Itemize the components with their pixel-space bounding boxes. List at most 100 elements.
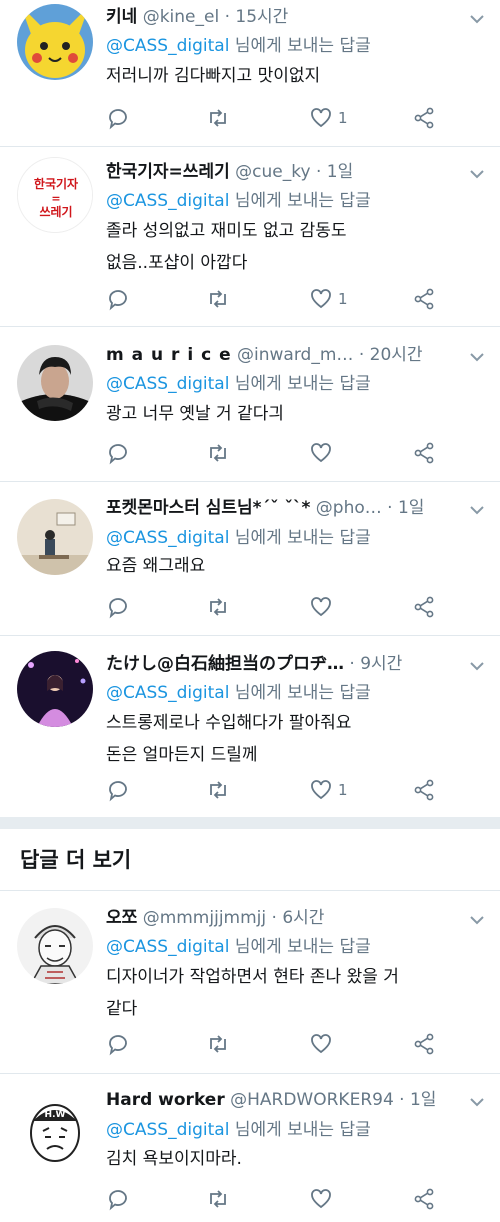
retweet-icon	[210, 1035, 226, 1053]
like-button[interactable]: 1	[309, 106, 348, 130]
share-button[interactable]	[412, 595, 436, 619]
share-button[interactable]	[412, 106, 436, 130]
retweet-button[interactable]	[206, 106, 230, 130]
sketch-avatar[interactable]	[17, 908, 93, 984]
tweet-actions	[106, 441, 446, 465]
tweet[interactable]: H.W Hard worker @HARDWORKER94 · 1일 @CASS…	[0, 1074, 500, 1222]
tweet-text: 저러니까 김다빠지고 맛이없지	[106, 66, 321, 86]
reply-mention-link[interactable]: @CASS_digital	[106, 937, 229, 957]
tweet-actions	[106, 595, 446, 619]
share-button[interactable]	[412, 287, 436, 311]
retweet-icon	[210, 109, 226, 127]
text-logo-avatar[interactable]: 한국기자 = 쓰레기	[17, 157, 93, 233]
retweet-button[interactable]	[206, 287, 230, 311]
tweet-text: 요즘 왜그래요	[106, 556, 206, 576]
like-button[interactable]	[309, 441, 333, 465]
retweet-icon	[210, 444, 226, 462]
reply-icon	[109, 1190, 127, 1211]
share-button[interactable]	[412, 1187, 436, 1211]
like-button[interactable]: 1	[309, 287, 348, 311]
reply-mention-link[interactable]: @CASS_digital	[106, 374, 229, 394]
timestamp[interactable]: 1일	[327, 162, 353, 182]
author-handle[interactable]: @inward_m…	[237, 345, 353, 365]
chevron-down-icon[interactable]	[468, 10, 486, 28]
reply-mention-link[interactable]: @CASS_digital	[106, 1120, 229, 1140]
author-handle[interactable]: @pho…	[316, 498, 382, 518]
reply-button[interactable]	[106, 441, 130, 465]
tweet[interactable]: 오쪼 @mmmjjjmmjj · 6시간 @CASS_digital 님에게 보…	[0, 891, 500, 1074]
portrait-avatar[interactable]	[17, 345, 93, 421]
heart-icon	[311, 597, 331, 617]
author-name[interactable]: m a u r i c e	[106, 345, 232, 365]
heart-icon	[311, 289, 331, 309]
author-name[interactable]: 포켓몬마스터 심트님*ˊˇ ˇˋ*	[106, 498, 310, 518]
timestamp[interactable]: 20시간	[370, 345, 423, 365]
reply-mention-link[interactable]: @CASS_digital	[106, 683, 229, 703]
reply-mention-link[interactable]: @CASS_digital	[106, 528, 229, 548]
author-handle[interactable]: @cue_ky	[235, 162, 310, 182]
timestamp[interactable]: 6시간	[282, 908, 324, 928]
reply-button[interactable]	[106, 1032, 130, 1056]
share-icon	[414, 107, 434, 129]
avatar-text: H.W	[45, 1110, 66, 1120]
tweet[interactable]: 키네 @kine_el · 15시간 @CASS_digital 님에게 보내는…	[0, 0, 500, 147]
share-button[interactable]	[412, 441, 436, 465]
stage-photo-avatar[interactable]	[17, 651, 93, 727]
reply-button[interactable]	[106, 778, 130, 802]
like-button[interactable]	[309, 1032, 333, 1056]
avatar-text: =	[51, 192, 60, 205]
like-button[interactable]	[309, 595, 333, 619]
reply-context: @CASS_digital 님에게 보내는 답글	[106, 683, 371, 703]
reply-mention-link[interactable]: @CASS_digital	[106, 191, 229, 211]
share-icon	[414, 288, 434, 310]
chevron-down-icon[interactable]	[468, 165, 486, 183]
chevron-down-icon[interactable]	[468, 1093, 486, 1111]
author-name[interactable]: 한국기자=쓰레기	[106, 162, 230, 182]
reply-context: @CASS_digital 님에게 보내는 답글	[106, 528, 371, 548]
pikachu-avatar[interactable]	[17, 4, 93, 80]
room-photo-avatar[interactable]	[17, 499, 93, 575]
chevron-down-icon[interactable]	[468, 501, 486, 519]
author-handle[interactable]: @HARDWORKER94	[230, 1090, 394, 1110]
timestamp[interactable]: 9시간	[360, 654, 402, 674]
chevron-down-icon[interactable]	[468, 657, 486, 675]
reply-button[interactable]	[106, 106, 130, 130]
reply-mention-link[interactable]: @CASS_digital	[106, 36, 229, 56]
tweet-actions	[106, 1187, 446, 1211]
author-handle[interactable]: @kine_el	[143, 7, 219, 27]
like-count: 1	[338, 781, 348, 799]
like-button[interactable]	[309, 1187, 333, 1211]
share-button[interactable]	[412, 1032, 436, 1056]
timestamp[interactable]: 15시간	[235, 7, 288, 27]
share-button[interactable]	[412, 778, 436, 802]
chevron-down-icon[interactable]	[468, 911, 486, 929]
retweet-button[interactable]	[206, 441, 230, 465]
retweet-button[interactable]	[206, 778, 230, 802]
author-name[interactable]: 오쪼	[106, 908, 137, 928]
chevron-down-icon[interactable]	[468, 348, 486, 366]
author-handle[interactable]: @mmmjjjmmjj	[143, 908, 266, 928]
retweet-icon	[210, 1190, 226, 1208]
avatar-text: 한국기자	[34, 176, 78, 191]
tweet[interactable]: 한국기자 = 쓰레기 한국기자=쓰레기 @cue_ky · 1일 @CASS_d…	[0, 147, 500, 327]
author-name[interactable]: たけし@白石紬担当のプロヂ…	[106, 654, 344, 674]
tweet[interactable]: たけし@白石紬担当のプロヂ… · 9시간 @CASS_digital 님에게 보…	[0, 636, 500, 817]
timestamp[interactable]: 1일	[398, 498, 424, 518]
like-button[interactable]: 1	[309, 778, 348, 802]
tweet[interactable]: m a u r i c e @inward_m… · 20시간 @CASS_di…	[0, 327, 500, 482]
more-replies-heading[interactable]: 답글 더 보기	[20, 845, 131, 875]
reply-icon	[109, 781, 127, 802]
reply-button[interactable]	[106, 287, 130, 311]
author-name[interactable]: 키네	[106, 7, 137, 27]
tweet[interactable]: 포켓몬마스터 심트님*ˊˇ ˇˋ* @pho… · 1일 @CASS_digit…	[0, 482, 500, 636]
meme-face-avatar[interactable]: H.W	[17, 1091, 93, 1167]
author-name[interactable]: Hard worker	[106, 1090, 225, 1110]
retweet-button[interactable]	[206, 1187, 230, 1211]
tweet-actions: 1	[106, 778, 446, 802]
retweet-button[interactable]	[206, 1032, 230, 1056]
timestamp[interactable]: 1일	[410, 1090, 436, 1110]
reply-button[interactable]	[106, 595, 130, 619]
reply-button[interactable]	[106, 1187, 130, 1211]
retweet-icon	[210, 781, 226, 799]
retweet-button[interactable]	[206, 595, 230, 619]
